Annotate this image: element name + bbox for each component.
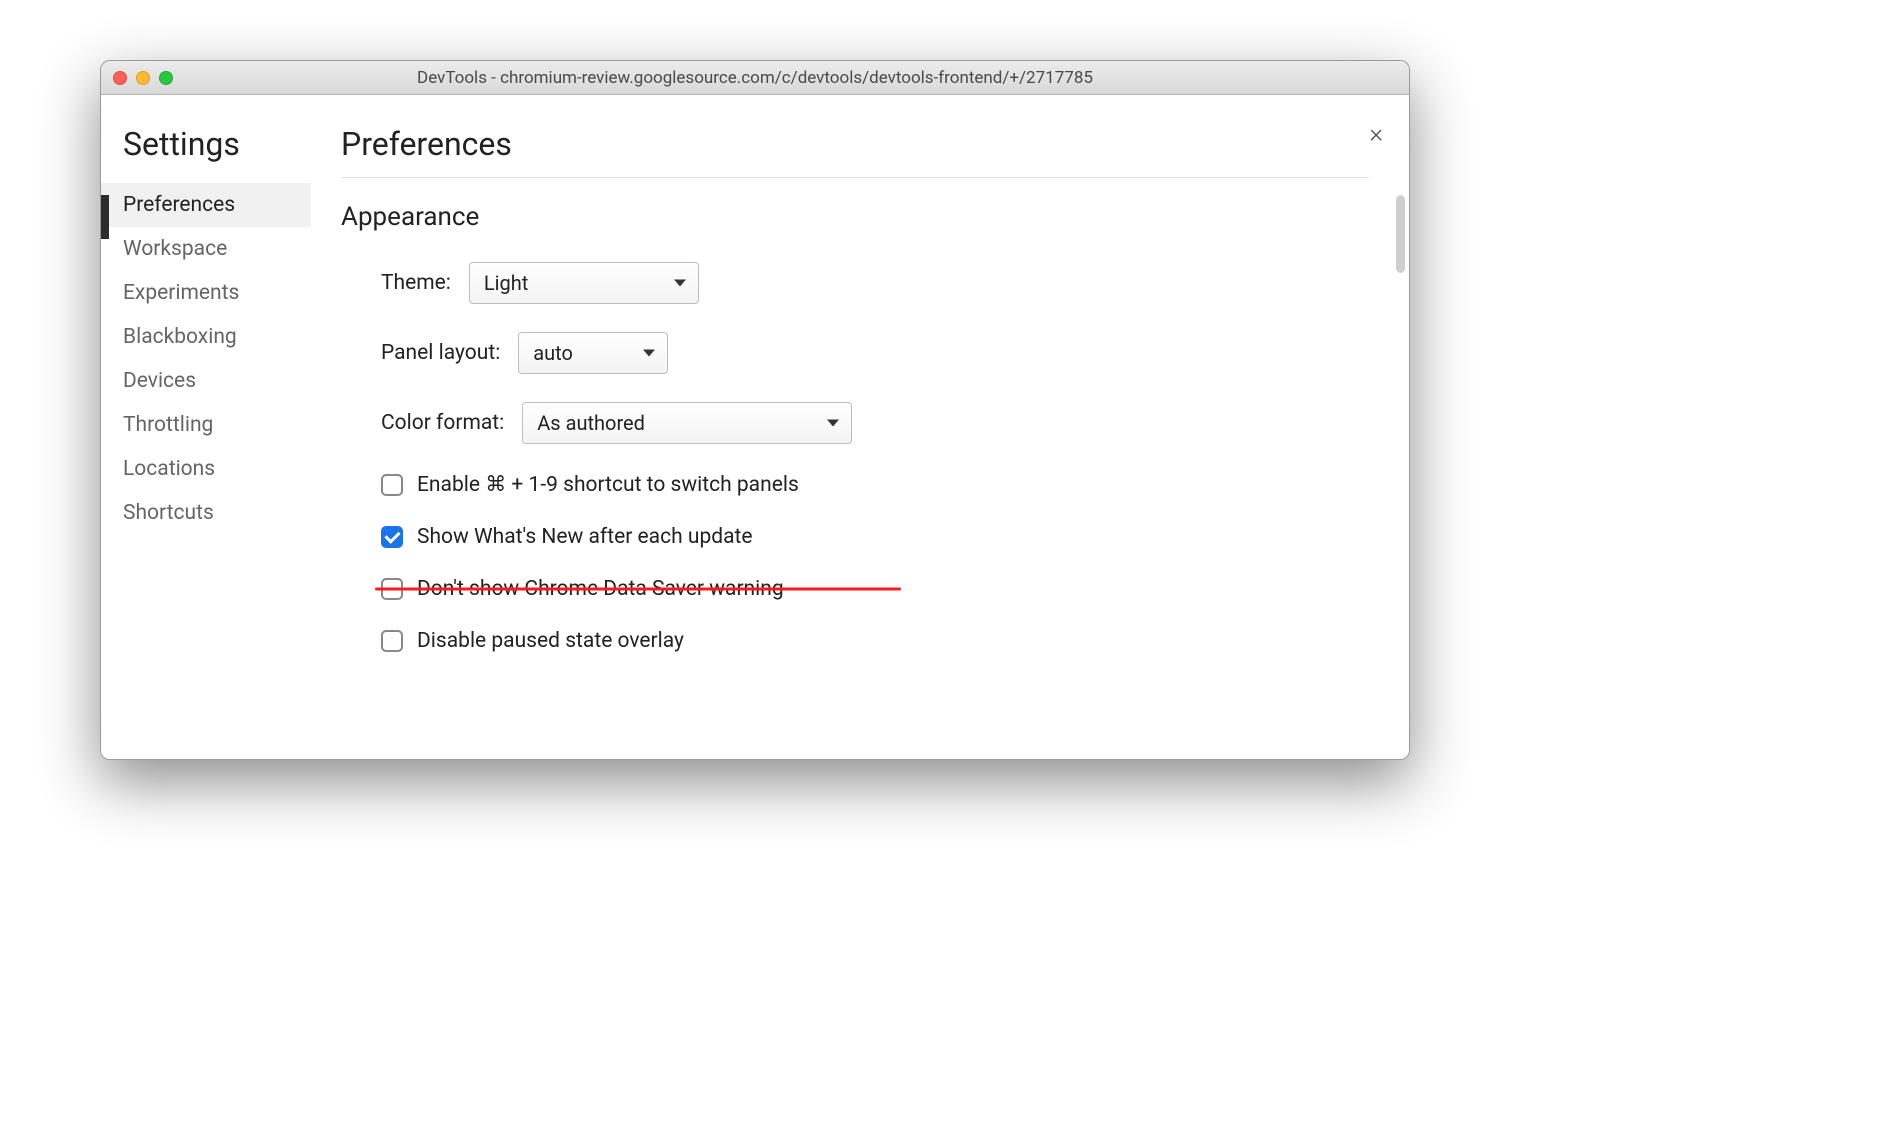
settings-sidebar: Settings Preferences Workspace Experimen… (101, 95, 311, 759)
panel-layout-row: Panel layout: auto (381, 332, 1369, 374)
whatsnew-label: Show What's New after each update (417, 525, 753, 549)
divider (341, 177, 1369, 178)
sidebar-item-shortcuts[interactable]: Shortcuts (101, 491, 311, 535)
preferences-panel: Preferences Appearance Theme: Light Pane… (311, 95, 1409, 759)
chevron-down-icon (643, 350, 655, 357)
color-format-label: Color format: (381, 411, 504, 435)
sidebar-item-blackboxing[interactable]: Blackboxing (101, 315, 311, 359)
sidebar-item-preferences[interactable]: Preferences (101, 183, 311, 227)
sidebar-item-workspace[interactable]: Workspace (101, 227, 311, 271)
sidebar-item-locations[interactable]: Locations (101, 447, 311, 491)
chevron-down-icon (827, 420, 839, 427)
theme-label: Theme: (381, 271, 451, 295)
window-controls (113, 71, 173, 85)
sidebar-nav: Preferences Workspace Experiments Blackb… (101, 183, 311, 535)
color-format-select[interactable]: As authored (522, 402, 852, 444)
close-window-icon[interactable] (113, 71, 127, 85)
minimize-window-icon[interactable] (136, 71, 150, 85)
paused-checkbox[interactable] (381, 630, 403, 652)
paused-label: Disable paused state overlay (417, 629, 684, 653)
color-format-row: Color format: As authored (381, 402, 1369, 444)
datasaver-row: Don't show Chrome Data Saver warning (381, 577, 901, 601)
shortcut-label: Enable ⌘ + 1-9 shortcut to switch panels (417, 472, 799, 497)
devtools-window: DevTools - chromium-review.googlesource.… (100, 60, 1410, 760)
content-area: × Settings Preferences Workspace Experim… (101, 95, 1409, 759)
strikethrough-annotation (375, 588, 901, 591)
page-title: Preferences (341, 125, 1369, 163)
zoom-window-icon[interactable] (159, 71, 173, 85)
theme-select[interactable]: Light (469, 262, 699, 304)
scrollbar-thumb[interactable] (1396, 195, 1405, 273)
section-appearance: Appearance (341, 202, 1369, 232)
panel-layout-select[interactable]: auto (518, 332, 668, 374)
sidebar-accent (101, 195, 109, 239)
theme-value: Light (484, 271, 528, 295)
sidebar-item-experiments[interactable]: Experiments (101, 271, 311, 315)
close-icon[interactable]: × (1369, 121, 1383, 147)
titlebar: DevTools - chromium-review.googlesource.… (101, 61, 1409, 95)
chevron-down-icon (674, 280, 686, 287)
sidebar-item-throttling[interactable]: Throttling (101, 403, 311, 447)
panel-layout-value: auto (533, 341, 573, 365)
whatsnew-row: Show What's New after each update (381, 525, 1369, 549)
shortcut-checkbox[interactable] (381, 474, 403, 496)
sidebar-item-devices[interactable]: Devices (101, 359, 311, 403)
paused-row: Disable paused state overlay (381, 629, 1369, 653)
whatsnew-checkbox[interactable] (381, 526, 403, 548)
panel-layout-label: Panel layout: (381, 341, 500, 365)
sidebar-title: Settings (123, 125, 311, 163)
shortcut-row: Enable ⌘ + 1-9 shortcut to switch panels (381, 472, 1369, 497)
window-title: DevTools - chromium-review.googlesource.… (101, 68, 1409, 88)
theme-row: Theme: Light (381, 262, 1369, 304)
color-format-value: As authored (537, 411, 645, 435)
